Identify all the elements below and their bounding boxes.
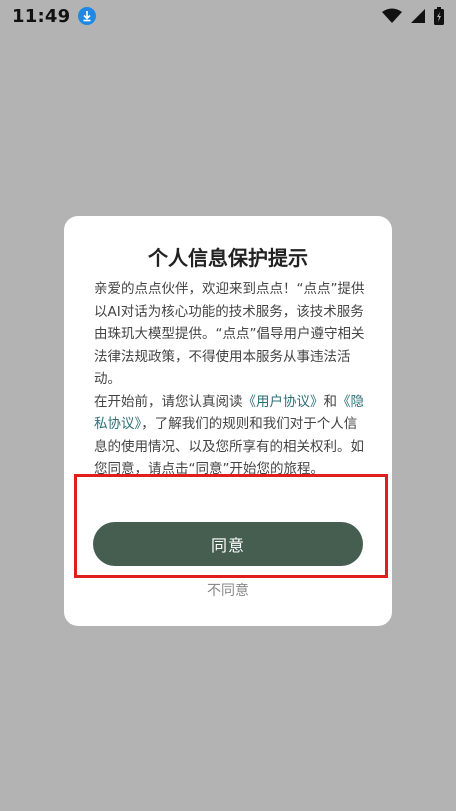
download-icon: [78, 7, 97, 25]
wifi-icon: [382, 8, 402, 24]
status-time: 11:49: [12, 5, 71, 27]
agree-button[interactable]: 同意: [93, 522, 363, 566]
disagree-button[interactable]: 不同意: [64, 580, 392, 600]
battery-icon: [434, 7, 444, 25]
privacy-dialog: 个人信息保护提示 亲爱的点点伙伴，欢迎来到点点！“点点”提供以AI对话为核心功能…: [64, 216, 392, 626]
agreement-paragraph: 在开始前，请您认真阅读《用户协议》和《隐私协议》，了解我们的规则和我们对于个人信…: [94, 391, 370, 481]
intro-paragraph: 亲爱的点点伙伴，欢迎来到点点！“点点”提供以AI对话为核心功能的技术服务，该技术…: [94, 281, 365, 387]
status-bar: 11:49: [0, 0, 456, 32]
dialog-body: 亲爱的点点伙伴，欢迎来到点点！“点点”提供以AI对话为核心功能的技术服务，该技术…: [94, 278, 370, 481]
signal-icon: [410, 8, 426, 24]
agreement-prefix: 在开始前，请您认真阅读: [94, 393, 243, 410]
status-right: [382, 7, 444, 25]
dialog-title: 个人信息保护提示: [148, 246, 308, 270]
status-left: 11:49: [12, 5, 97, 27]
agreement-and: 和: [323, 393, 338, 410]
user-agreement-link[interactable]: 《用户协议》: [243, 394, 324, 410]
